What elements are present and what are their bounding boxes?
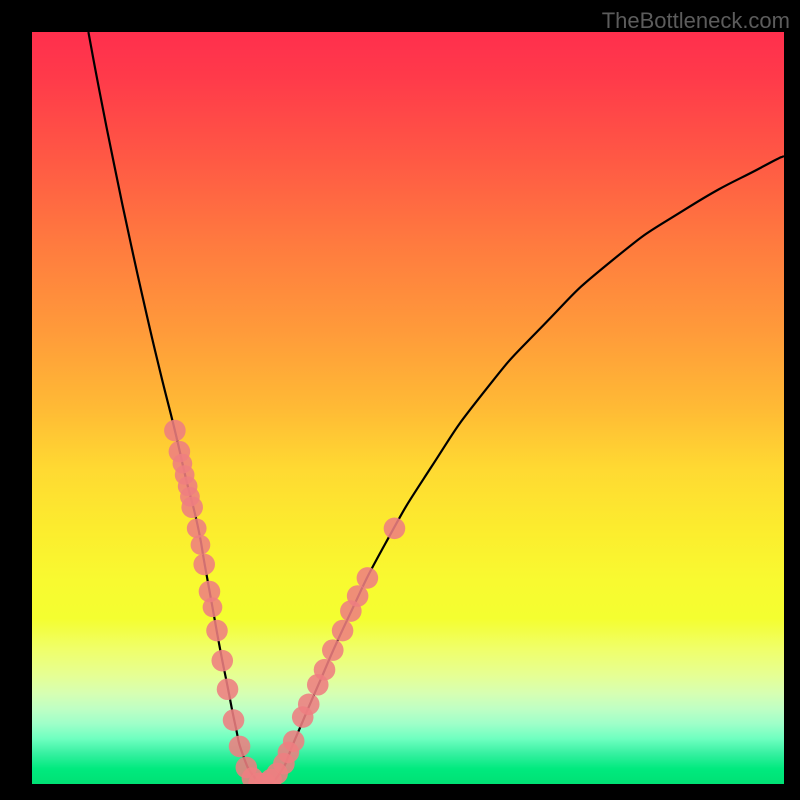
curve-dot — [223, 709, 245, 731]
chart-plot-area — [32, 32, 784, 784]
chart-frame: TheBottleneck.com — [0, 0, 800, 800]
curve-dot — [322, 639, 344, 661]
curve-dot — [314, 659, 336, 681]
curve-dot — [298, 694, 320, 716]
curve-dot — [206, 620, 228, 642]
curve-dot — [191, 535, 211, 555]
curve-dot — [187, 518, 207, 538]
curve-dot — [203, 597, 223, 617]
curve-dot — [283, 730, 305, 752]
curve-dot — [181, 496, 203, 518]
curve-dot — [193, 554, 215, 576]
curve-dot — [229, 736, 251, 758]
curve-dot — [384, 518, 406, 540]
curve-dot — [357, 567, 379, 589]
curve-dot — [211, 650, 233, 672]
watermark-text: TheBottleneck.com — [602, 8, 790, 34]
curve-dot — [164, 420, 186, 442]
curve-dot — [332, 620, 354, 642]
bottleneck-curve — [88, 32, 784, 784]
curve-dots-group — [164, 420, 405, 784]
curve-dot — [217, 678, 239, 700]
chart-svg — [32, 32, 784, 784]
